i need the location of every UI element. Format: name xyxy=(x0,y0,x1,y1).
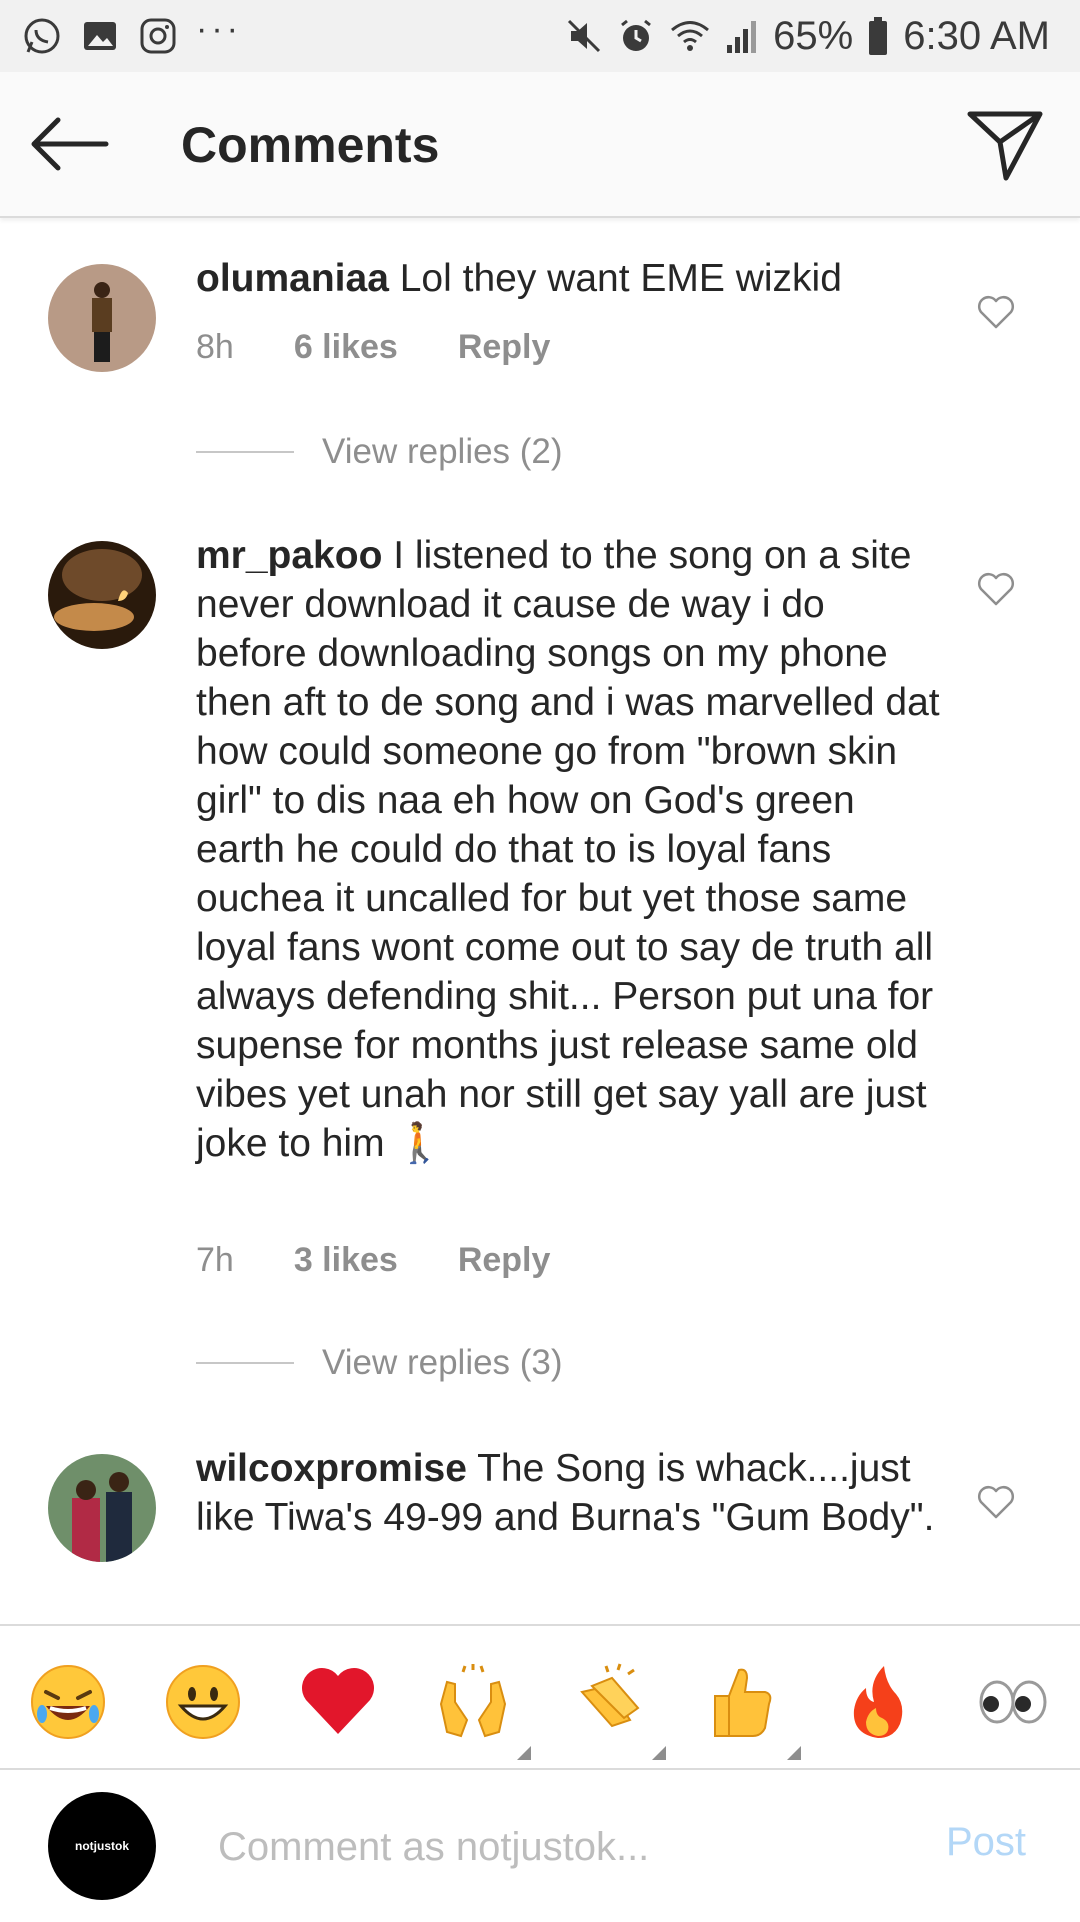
battery-icon xyxy=(869,17,888,55)
variant-indicator xyxy=(787,1746,801,1760)
emoji-raising-hands[interactable] xyxy=(433,1662,531,1760)
heart-icon[interactable] xyxy=(976,571,1016,607)
divider xyxy=(196,1362,294,1364)
mute-icon xyxy=(568,19,601,53)
heart-icon[interactable] xyxy=(976,1484,1016,1520)
comment-body: Lol they want EME wizkid xyxy=(388,257,842,300)
page-title: Comments xyxy=(181,117,440,173)
comment-time: 7h xyxy=(196,1241,234,1279)
whatsapp-icon xyxy=(24,18,60,54)
emoji-laughing[interactable] xyxy=(28,1662,108,1742)
heart-icon[interactable] xyxy=(976,294,1016,330)
comment-text: mr_pakoo I listened to the song on a sit… xyxy=(196,531,941,1168)
arrow-left-icon[interactable] xyxy=(30,114,110,174)
comment-time: 8h xyxy=(196,328,234,366)
top-bar: Comments xyxy=(0,72,1080,218)
avatar: notjustok xyxy=(48,1792,156,1900)
emoji-fire[interactable] xyxy=(838,1662,918,1742)
battery-percent: 65% xyxy=(773,13,854,58)
comments-list[interactable]: olumaniaa Lol they want EME wizkid 8h 6 … xyxy=(0,218,1080,1624)
alarm-icon xyxy=(621,19,652,51)
likes-count[interactable]: 3 likes xyxy=(294,1241,398,1280)
view-replies-button[interactable]: View replies (2) xyxy=(196,432,563,472)
emoji-thumbs-up[interactable] xyxy=(703,1662,801,1760)
reply-button[interactable]: Reply xyxy=(458,328,551,367)
emoji-clapping-hands[interactable] xyxy=(568,1662,666,1760)
avatar[interactable] xyxy=(48,541,156,649)
view-replies-label: View replies (3) xyxy=(322,1343,563,1382)
likes-count[interactable]: 6 likes xyxy=(294,328,398,367)
view-replies-label: View replies (2) xyxy=(322,432,563,471)
avatar[interactable] xyxy=(48,1454,156,1562)
comment-meta: 8h 6 likes Reply xyxy=(196,328,610,367)
status-bar: ··· 65% 6:30 AM xyxy=(0,0,1080,72)
emoji-heart[interactable] xyxy=(298,1662,378,1742)
variant-indicator xyxy=(652,1746,666,1760)
more-icon: ··· xyxy=(196,9,242,48)
emoji-eyes[interactable] xyxy=(973,1662,1053,1742)
signal-icon xyxy=(727,21,757,53)
emoji-quick-bar xyxy=(0,1624,1080,1770)
instagram-icon xyxy=(140,18,176,54)
send-icon[interactable] xyxy=(966,108,1044,182)
avatar[interactable] xyxy=(48,264,156,372)
comment-composer: notjustok Post xyxy=(0,1768,1080,1922)
reply-button[interactable]: Reply xyxy=(458,1241,551,1280)
comment-text: wilcoxpromise The Song is whack....just … xyxy=(196,1444,941,1542)
divider xyxy=(196,451,294,453)
variant-indicator xyxy=(517,1746,531,1760)
wifi-icon xyxy=(671,21,710,51)
username[interactable]: olumaniaa xyxy=(196,257,389,300)
comment-body: I listened to the song on a site never d… xyxy=(196,534,940,1165)
avatar-logo-text: notjustok xyxy=(75,1839,129,1853)
post-button[interactable]: Post xyxy=(946,1820,1026,1865)
username[interactable]: mr_pakoo xyxy=(196,534,382,577)
clock: 6:30 AM xyxy=(903,13,1050,58)
view-replies-button[interactable]: View replies (3) xyxy=(196,1343,563,1383)
comment-text: olumaniaa Lol they want EME wizkid xyxy=(196,254,941,303)
gallery-icon xyxy=(84,22,116,50)
comment-meta: 7h 3 likes Reply xyxy=(196,1241,610,1280)
comment-input[interactable] xyxy=(216,1814,920,1880)
username[interactable]: wilcoxpromise xyxy=(196,1447,467,1490)
emoji-grinning[interactable] xyxy=(163,1662,243,1742)
